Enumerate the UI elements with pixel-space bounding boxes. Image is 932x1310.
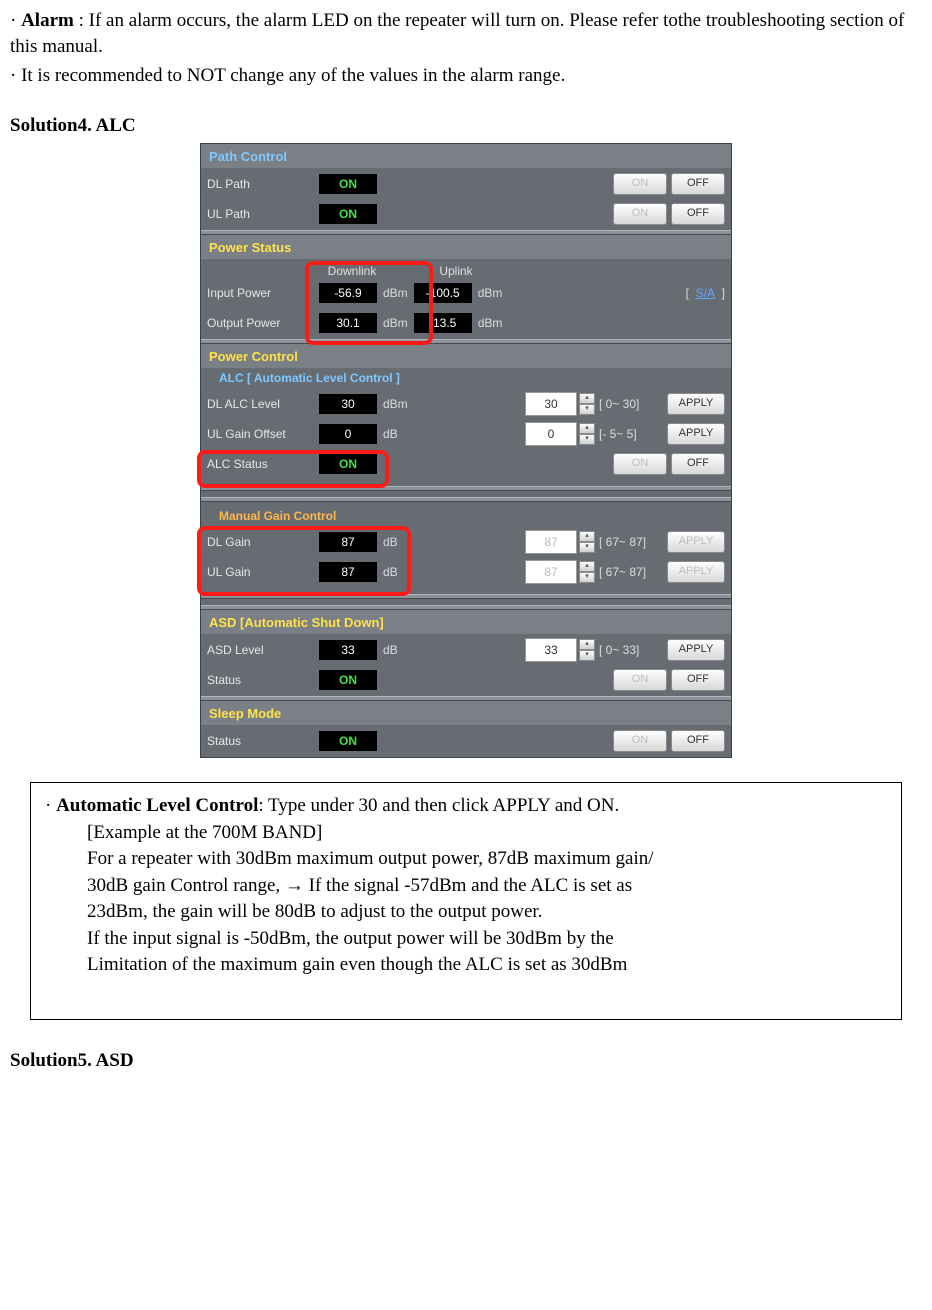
alarm-label: Alarm — [21, 10, 74, 31]
alc-lead-bold: Automatic Level Control — [56, 795, 258, 816]
ul-offset-range: [- 5~ 5] — [599, 427, 663, 441]
input-power-label: Input Power — [207, 286, 317, 300]
sleep-status-row: Status ON ON OFF — [201, 726, 731, 756]
alc-explanation-box: · Automatic Level Control: Type under 30… — [30, 782, 902, 1020]
output-power-label: Output Power — [207, 316, 317, 330]
alc-status-label: ALC Status — [207, 457, 317, 471]
dl-gain-row: DL Gain 87 dB ▴▾ [ 67~ 87] APPLY — [201, 527, 731, 557]
col-uplink: Uplink — [421, 264, 491, 278]
dl-path-row: DL Path ON ON OFF — [201, 169, 731, 199]
alarm-rest: : If an alarm occurs, the alarm LED on t… — [10, 10, 904, 57]
asd-level-value: 33 — [319, 640, 377, 660]
ul-gain-row: UL Gain 87 dB ▴▾ [ 67~ 87] APPLY — [201, 557, 731, 587]
sleep-status-label: Status — [207, 734, 317, 748]
dl-alc-apply-button[interactable]: APPLY — [667, 393, 725, 415]
alc-lead-rest: : Type under 30 and then click APPLY and… — [258, 795, 619, 816]
dl-gain-spinner[interactable]: ▴▾ — [579, 531, 595, 553]
ul-gain-range: [ 67~ 87] — [599, 565, 663, 579]
output-power-ul: -13.5 — [414, 313, 472, 333]
asd-level-input[interactable] — [525, 638, 577, 662]
unit-dbm: dBm — [383, 286, 408, 300]
alc-box-line3: 30dB gain Control range, → If the signal… — [87, 873, 887, 900]
asd-level-spinner[interactable]: ▴▾ — [579, 639, 595, 661]
alc-box-line2: For a repeater with 30dBm maximum output… — [87, 846, 887, 873]
dl-alc-row: DL ALC Level 30 dBm ▴▾ [ 0~ 30] APPLY — [201, 389, 731, 419]
ul-offset-spinner[interactable]: ▴▾ — [579, 423, 595, 445]
ul-offset-label: UL Gain Offset — [207, 427, 317, 441]
asd-level-range: [ 0~ 33] — [599, 643, 663, 657]
ul-path-row: UL Path ON ON OFF — [201, 199, 731, 229]
alc-box-line6: Limitation of the maximum gain even thou… — [87, 952, 887, 979]
ul-gain-apply-button[interactable]: APPLY — [667, 561, 725, 583]
alc-box-line5: If the input signal is -50dBm, the outpu… — [87, 926, 887, 953]
asd-level-row: ASD Level 33 dB ▴▾ [ 0~ 33] APPLY — [201, 635, 731, 665]
dl-gain-apply-button[interactable]: APPLY — [667, 531, 725, 553]
ul-path-value: ON — [319, 204, 377, 224]
solution4-heading: Solution4. ALC — [10, 115, 922, 137]
sa-link[interactable]: S/A — [696, 286, 715, 300]
ul-gain-label: UL Gain — [207, 565, 317, 579]
ul-offset-row: UL Gain Offset 0 dB ▴▾ [- 5~ 5] APPLY — [201, 419, 731, 449]
asd-level-label: ASD Level — [207, 643, 317, 657]
intro-line-2: · It is recommended to NOT change any of… — [10, 63, 922, 89]
dl-path-value: ON — [319, 174, 377, 194]
dl-gain-range: [ 67~ 87] — [599, 535, 663, 549]
col-downlink: Downlink — [317, 264, 387, 278]
power-status-header: Power Status — [201, 235, 731, 259]
sleep-on-button[interactable]: ON — [613, 730, 667, 752]
ul-offset-apply-button[interactable]: APPLY — [667, 423, 725, 445]
power-control-header: Power Control — [201, 344, 731, 368]
input-power-dl: -56.9 — [319, 283, 377, 303]
alc-status-row: ALC Status ON ON OFF — [201, 449, 731, 479]
ui-screenshot: Path Control DL Path ON ON OFF UL Path O… — [10, 143, 922, 758]
ul-path-label: UL Path — [207, 207, 317, 221]
dl-path-label: DL Path — [207, 177, 317, 191]
input-power-row: Input Power -56.9 dBm -100.5 dBm [ S/A ] — [201, 278, 731, 308]
asd-on-button[interactable]: ON — [613, 669, 667, 691]
control-panel: Path Control DL Path ON ON OFF UL Path O… — [200, 143, 732, 758]
asd-status-label: Status — [207, 673, 317, 687]
asd-header: ASD [Automatic Shut Down] — [201, 610, 731, 634]
ul-offset-input[interactable] — [525, 422, 577, 446]
sleep-status-value: ON — [319, 731, 377, 751]
ul-gain-value: 87 — [319, 562, 377, 582]
ul-offset-value: 0 — [319, 424, 377, 444]
input-power-ul: -100.5 — [414, 283, 472, 303]
asd-status-value: ON — [319, 670, 377, 690]
output-power-dl: 30.1 — [319, 313, 377, 333]
solution5-heading: Solution5. ASD — [10, 1050, 922, 1072]
dl-alc-value: 30 — [319, 394, 377, 414]
sleep-mode-header: Sleep Mode — [201, 701, 731, 725]
dl-alc-range: [ 0~ 30] — [599, 397, 663, 411]
ul-path-off-button[interactable]: OFF — [671, 203, 725, 225]
dl-path-off-button[interactable]: OFF — [671, 173, 725, 195]
alc-status-on-button[interactable]: ON — [613, 453, 667, 475]
dl-path-on-button[interactable]: ON — [613, 173, 667, 195]
alc-subheader: ALC [ Automatic Level Control ] — [201, 369, 731, 389]
output-power-row: Output Power 30.1 dBm -13.5 dBm — [201, 308, 731, 338]
dl-gain-label: DL Gain — [207, 535, 317, 549]
asd-status-row: Status ON ON OFF — [201, 665, 731, 695]
alc-status-value: ON — [319, 454, 377, 474]
power-status-columns: Downlink Uplink — [201, 260, 731, 278]
alc-box-line1: [Example at the 700M BAND] — [87, 820, 887, 847]
dl-alc-spinner[interactable]: ▴▾ — [579, 393, 595, 415]
manual-gain-header: Manual Gain Control — [201, 503, 731, 527]
alc-box-line4: 23dBm, the gain will be 80dB to adjust t… — [87, 899, 887, 926]
asd-apply-button[interactable]: APPLY — [667, 639, 725, 661]
path-control-header: Path Control — [201, 144, 731, 168]
dl-alc-input[interactable] — [525, 392, 577, 416]
dl-gain-value: 87 — [319, 532, 377, 552]
ul-path-on-button[interactable]: ON — [613, 203, 667, 225]
sleep-off-button[interactable]: OFF — [671, 730, 725, 752]
alc-status-off-button[interactable]: OFF — [671, 453, 725, 475]
ul-gain-input[interactable] — [525, 560, 577, 584]
dl-gain-input[interactable] — [525, 530, 577, 554]
intro-alarm-line: · Alarm : If an alarm occurs, the alarm … — [10, 8, 922, 59]
dl-alc-label: DL ALC Level — [207, 397, 317, 411]
ul-gain-spinner[interactable]: ▴▾ — [579, 561, 595, 583]
asd-off-button[interactable]: OFF — [671, 669, 725, 691]
